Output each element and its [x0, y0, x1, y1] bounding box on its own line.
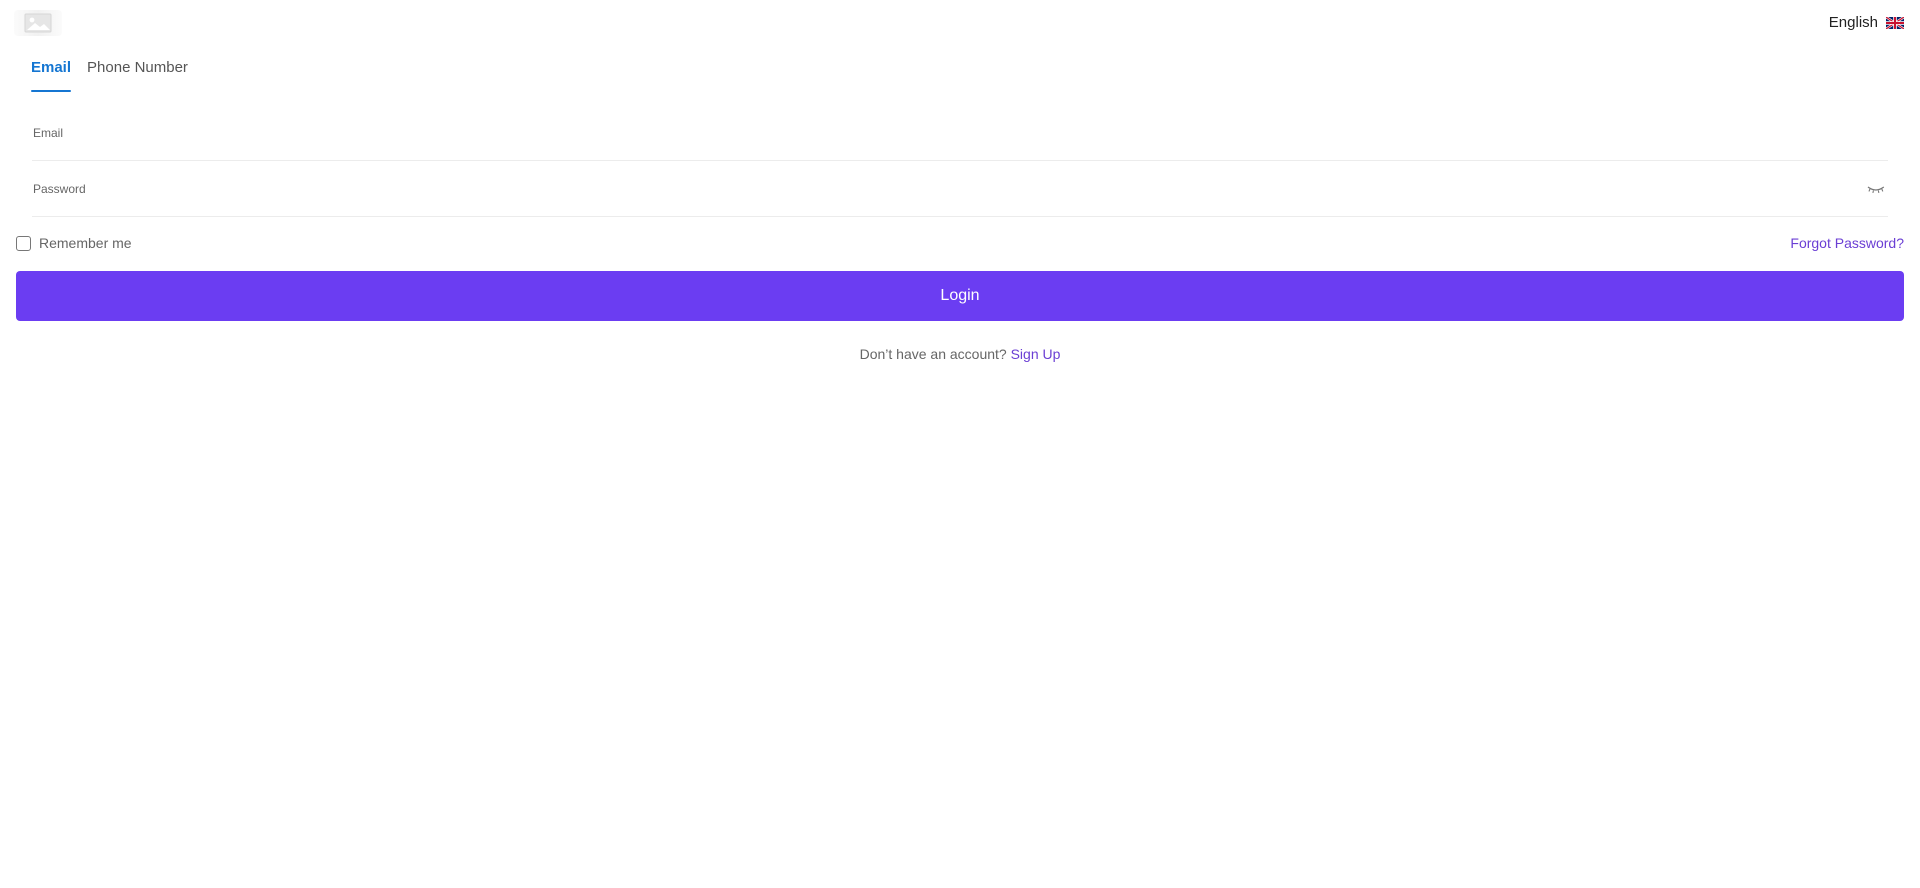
image-placeholder-icon	[24, 13, 52, 33]
login-method-tabs: Email Phone Number	[31, 56, 188, 92]
email-field-row	[32, 105, 1888, 161]
signup-prompt-text: Don’t have an account?	[859, 346, 1011, 362]
tab-email[interactable]: Email	[31, 56, 72, 92]
password-input[interactable]	[32, 181, 1867, 196]
tab-phone-number[interactable]: Phone Number	[87, 56, 188, 92]
forgot-password-link[interactable]: Forgot Password?	[1790, 235, 1904, 251]
login-options-row: Remember me Forgot Password?	[16, 235, 1904, 251]
login-page: English Email Phone Number Remember me	[0, 0, 1920, 888]
remember-me-checkbox[interactable]	[16, 235, 31, 251]
language-label: English	[1828, 14, 1878, 31]
signup-prompt: Don’t have an account? Sign Up	[0, 346, 1920, 362]
header: English	[0, 0, 1920, 46]
language-selector[interactable]: English	[1829, 14, 1904, 31]
logo	[14, 10, 62, 36]
sign-up-link[interactable]: Sign Up	[1011, 346, 1061, 362]
email-input[interactable]	[32, 125, 1888, 140]
uk-flag-icon	[1886, 16, 1904, 29]
eye-closed-icon[interactable]	[1866, 182, 1886, 196]
password-field-row	[32, 161, 1888, 217]
remember-me-label: Remember me	[39, 235, 132, 251]
login-button[interactable]: Login	[16, 271, 1904, 321]
remember-me[interactable]: Remember me	[16, 235, 132, 251]
